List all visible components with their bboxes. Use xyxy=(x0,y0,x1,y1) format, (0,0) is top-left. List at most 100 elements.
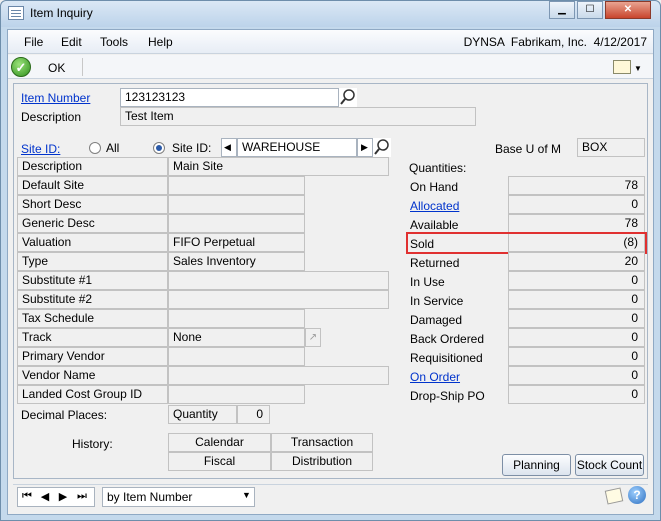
site-id-link[interactable]: Site ID: xyxy=(21,142,60,156)
qty-value-in-service: 0 xyxy=(508,290,645,309)
maximize-button[interactable]: ☐ xyxy=(577,1,603,19)
detail-label-valuation: Valuation xyxy=(17,233,168,252)
qty-value-in-use: 0 xyxy=(508,271,645,290)
qty-label-back-ordered: Back Ordered xyxy=(410,332,485,346)
description-label: Description xyxy=(21,110,82,124)
decimal-quantity-label: Quantity xyxy=(168,405,237,424)
qty-label-drop-ship-po: Drop-Ship PO xyxy=(410,389,485,403)
site-next-button[interactable]: ▶ xyxy=(357,138,373,157)
detail-value-primary-vendor xyxy=(168,347,305,366)
detail-value-description: Main Site xyxy=(168,157,389,176)
site-id-radio[interactable] xyxy=(153,142,165,154)
track-expand-icon[interactable]: ↗ xyxy=(305,328,321,347)
sort-dropdown-arrow-icon[interactable]: ▼ xyxy=(242,490,251,500)
item-description-field: Test Item xyxy=(120,107,476,126)
last-record-icon[interactable]: ⏭ xyxy=(75,490,89,503)
quantities-heading: Quantities: xyxy=(409,161,467,175)
detail-label-short-desc: Short Desc xyxy=(17,195,168,214)
lookup-icon[interactable] xyxy=(339,88,357,107)
detail-value-substitute-2 xyxy=(168,290,389,309)
qty-value-damaged: 0 xyxy=(508,309,645,328)
detail-value-default-site xyxy=(168,176,305,195)
dropdown-arrow-icon[interactable]: ▼ xyxy=(634,64,642,73)
toolbar-separator xyxy=(82,58,83,76)
site-id-radio-label: Site ID: xyxy=(172,141,212,155)
detail-value-substitute-1 xyxy=(168,271,389,290)
window-title: Item Inquiry xyxy=(30,6,93,20)
qty-value-on-order: 0 xyxy=(508,366,645,385)
sort-by-select[interactable]: by Item Number xyxy=(102,487,255,507)
site-previous-button[interactable]: ◀ xyxy=(221,138,237,157)
ok-button[interactable]: OK xyxy=(48,61,65,75)
detail-label-description: Description xyxy=(17,157,168,176)
help-icon[interactable]: ? xyxy=(628,486,646,504)
decimal-quantity-value: 0 xyxy=(237,405,270,424)
detail-label-vendor-name: Vendor Name xyxy=(17,366,168,385)
toolbar xyxy=(8,55,653,79)
history-distribution-button[interactable]: Distribution xyxy=(271,452,373,471)
detail-value-generic-desc xyxy=(168,214,305,233)
qty-label-in-use: In Use xyxy=(410,275,445,289)
minimize-button[interactable]: ▁ xyxy=(549,1,575,19)
menu-edit[interactable]: Edit xyxy=(61,35,82,49)
planning-button[interactable]: Planning xyxy=(502,454,571,476)
history-fiscal-button[interactable]: Fiscal xyxy=(168,452,271,471)
qty-value-back-ordered: 0 xyxy=(508,328,645,347)
qty-value-drop-ship-po: 0 xyxy=(508,385,645,404)
detail-value-tax-schedule xyxy=(168,309,305,328)
all-radio-label: All xyxy=(106,141,120,155)
item-number-input[interactable]: 123123123 xyxy=(120,88,339,107)
detail-label-generic-desc: Generic Desc xyxy=(17,214,168,233)
qty-label-damaged: Damaged xyxy=(410,313,463,327)
base-uom-value: BOX xyxy=(577,138,645,157)
menu-file[interactable]: File xyxy=(24,35,43,49)
company-date-info: DYNSA Fabrikam, Inc. 4/12/2017 xyxy=(463,35,647,49)
next-record-icon[interactable]: ▶ xyxy=(56,490,70,503)
detail-label-tax-schedule: Tax Schedule xyxy=(17,309,168,328)
qty-label-in-service: In Service xyxy=(410,294,464,308)
detail-label-default-site: Default Site xyxy=(17,176,168,195)
note-icon[interactable] xyxy=(613,60,631,74)
detail-value-vendor-name xyxy=(168,366,389,385)
qty-label-available: Available xyxy=(410,218,459,232)
menu-tools[interactable]: Tools xyxy=(100,35,128,49)
history-transaction-button[interactable]: Transaction xyxy=(271,433,373,452)
qty-value-returned: 20 xyxy=(508,252,645,271)
base-uom-label: Base U of M xyxy=(495,142,562,156)
first-record-icon[interactable]: ⏮ xyxy=(20,490,34,503)
history-calendar-button[interactable]: Calendar xyxy=(168,433,271,452)
detail-value-short-desc xyxy=(168,195,305,214)
detail-value-type: Sales Inventory xyxy=(168,252,305,271)
previous-record-icon[interactable]: ◀ xyxy=(38,490,52,503)
detail-value-track: None xyxy=(168,328,305,347)
checkmark-icon[interactable]: ✓ xyxy=(11,57,31,77)
qty-value-allocated: 0 xyxy=(508,195,645,214)
detail-label-track: Track xyxy=(17,328,168,347)
qty-label-returned: Returned xyxy=(410,256,460,270)
qty-value-on-hand: 78 xyxy=(508,176,645,195)
detail-value-valuation: FIFO Perpetual xyxy=(168,233,305,252)
item-number-link[interactable]: Item Number xyxy=(21,91,90,105)
detail-label-landed-cost-group: Landed Cost Group ID xyxy=(17,385,168,404)
detail-label-type: Type xyxy=(17,252,168,271)
sold-highlight-box xyxy=(406,232,647,254)
detail-label-primary-vendor: Primary Vendor xyxy=(17,347,168,366)
menu-help[interactable]: Help xyxy=(148,35,173,49)
qty-label-on-order[interactable]: On Order xyxy=(410,370,460,384)
all-radio[interactable] xyxy=(89,142,101,154)
stock-count-button[interactable]: Stock Count xyxy=(575,454,644,476)
qty-label-requisitioned: Requisitioned xyxy=(410,351,483,365)
qty-label-allocated[interactable]: Allocated xyxy=(410,199,459,213)
detail-label-substitute-1: Substitute #1 xyxy=(17,271,168,290)
qty-value-available: 78 xyxy=(508,214,645,233)
qty-value-requisitioned: 0 xyxy=(508,347,645,366)
detail-value-landed-cost-group xyxy=(168,385,305,404)
app-icon xyxy=(8,6,24,20)
detail-label-substitute-2: Substitute #2 xyxy=(17,290,168,309)
qty-label-on-hand: On Hand xyxy=(410,180,459,194)
history-label: History: xyxy=(72,437,113,451)
close-button[interactable]: ✕ xyxy=(605,1,651,19)
site-id-input[interactable]: WAREHOUSE xyxy=(237,138,357,157)
decimal-places-label: Decimal Places: xyxy=(21,408,108,422)
site-lookup-icon[interactable] xyxy=(373,138,391,157)
